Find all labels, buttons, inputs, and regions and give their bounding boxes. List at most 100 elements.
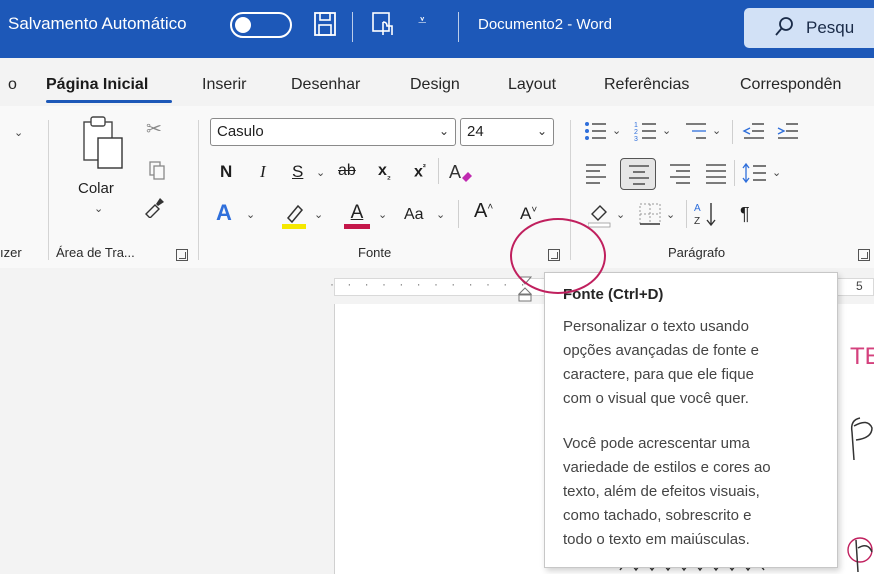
save-icon[interactable]: [312, 10, 338, 38]
paste-icon[interactable]: [78, 112, 126, 172]
superscript-x: x: [414, 163, 423, 181]
document-title: Documento2 - Word: [478, 16, 612, 33]
tooltip-line: Personalizar o texto usando: [563, 318, 749, 335]
search-label: Pesqu: [806, 18, 855, 37]
paste-options-chevron-icon[interactable]: ⌄: [94, 202, 103, 215]
change-case-chevron-icon[interactable]: ⌄: [436, 208, 445, 221]
chevron-down-icon: ⌄: [438, 124, 449, 138]
increase-indent-icon[interactable]: [776, 120, 800, 142]
copy-icon[interactable]: [148, 160, 166, 182]
format-painter-icon[interactable]: [142, 196, 166, 218]
ruler-number: 5: [856, 279, 863, 293]
tab-file[interactable]: o: [8, 76, 17, 94]
highlight-color-chevron-icon[interactable]: ⌄: [314, 208, 323, 221]
numbering-chevron-icon[interactable]: ⌄: [662, 124, 671, 137]
align-center-button[interactable]: [620, 158, 656, 190]
justify-icon[interactable]: [704, 162, 728, 184]
tab-mailings[interactable]: Correspondên: [740, 76, 841, 94]
font-row-separator: [458, 200, 459, 228]
font-tooltip: Fonte (Ctrl+D) Personalizar o texto usan…: [544, 272, 838, 568]
shading-icon[interactable]: [588, 202, 612, 228]
shrink-font-button[interactable]: A˅: [520, 204, 537, 224]
grow-font-button[interactable]: A˄: [474, 200, 493, 223]
touch-mode-icon[interactable]: [370, 10, 396, 38]
ruler-ticks: · · · · · · · · · · · ·: [330, 277, 530, 291]
clipboard-dialog-launcher-icon[interactable]: [176, 249, 188, 261]
svg-text:1: 1: [634, 122, 638, 129]
sort-icon[interactable]: A Z: [694, 200, 720, 228]
shrink-font-caret: ˅: [531, 204, 538, 216]
tab-draw[interactable]: Desenhar: [291, 76, 360, 94]
font-color-icon[interactable]: A: [344, 202, 370, 230]
search-box[interactable]: Pesqu: [744, 8, 874, 48]
svg-text:Z: Z: [694, 216, 700, 227]
bullets-icon[interactable]: [584, 120, 608, 142]
ribbon-tab-bar: o Página Inicial Inserir Desenhar Design…: [0, 58, 874, 106]
multilevel-list-icon[interactable]: [684, 120, 708, 142]
clear-formatting-icon[interactable]: A: [448, 160, 474, 184]
align-center-icon: [629, 165, 649, 185]
clipboard-group-label: Área de Tra...: [56, 245, 135, 260]
decrease-indent-icon[interactable]: [742, 120, 766, 142]
svg-text:3: 3: [634, 136, 638, 142]
titlebar-separator: [458, 12, 459, 42]
align-left-icon[interactable]: [584, 162, 608, 184]
paragraph-row-separator: [732, 120, 733, 144]
svg-text:A: A: [694, 203, 701, 214]
text-effects-icon[interactable]: A: [216, 200, 232, 226]
paragraph-row-separator: [686, 200, 687, 228]
borders-chevron-icon[interactable]: ⌄: [666, 208, 675, 221]
font-group-label: Fonte: [358, 245, 392, 260]
font-name-combobox[interactable]: Casulo ⌄: [210, 118, 456, 146]
strikethrough-button[interactable]: ab: [338, 162, 356, 180]
line-spacing-chevron-icon[interactable]: ⌄: [772, 166, 781, 179]
chevron-down-icon[interactable]: ⌄: [14, 126, 23, 139]
tooltip-line: opções avançadas de fonte e: [563, 342, 759, 359]
shading-chevron-icon[interactable]: ⌄: [616, 208, 625, 221]
font-size-combobox[interactable]: 24 ⌄: [460, 118, 554, 146]
tab-layout[interactable]: Layout: [508, 76, 556, 94]
bullets-chevron-icon[interactable]: ⌄: [612, 124, 621, 137]
tooltip-line: como tachado, sobrescrito e: [563, 507, 752, 524]
change-case-button[interactable]: Aa: [404, 206, 424, 224]
borders-icon[interactable]: [638, 202, 662, 226]
tab-insert[interactable]: Inserir: [202, 76, 246, 94]
paste-label[interactable]: Colar: [78, 180, 114, 197]
tab-design[interactable]: Design: [410, 76, 460, 94]
autosave-toggle-knob: [235, 17, 251, 33]
text-effects-chevron-icon[interactable]: ⌄: [246, 208, 255, 221]
group-separator: [198, 120, 199, 260]
line-spacing-icon[interactable]: [742, 162, 768, 184]
font-name-value: Casulo: [217, 123, 264, 140]
subscript-button[interactable]: x₂: [378, 162, 391, 181]
highlighter-icon[interactable]: [282, 200, 308, 230]
search-icon: [775, 17, 793, 36]
page-heading-text: TE: [850, 343, 874, 370]
underline-button[interactable]: S: [292, 162, 303, 182]
font-color-swatch: [344, 224, 370, 229]
customize-qat-icon[interactable]: ⩡: [418, 12, 426, 29]
subscript-x: x: [378, 162, 387, 179]
align-right-icon[interactable]: [668, 162, 692, 184]
tooltip-line: texto, além de efeitos visuais,: [563, 483, 760, 500]
page-script-glyph-pink: [847, 537, 873, 573]
underline-options-chevron-icon[interactable]: ⌄: [316, 166, 325, 179]
multilevel-list-chevron-icon[interactable]: ⌄: [712, 124, 721, 137]
show-formatting-marks-button[interactable]: ¶: [740, 204, 750, 225]
autosave-label: Salvamento Automático: [8, 14, 187, 33]
font-color-chevron-icon[interactable]: ⌄: [378, 208, 387, 221]
cut-icon[interactable]: ✂: [146, 118, 162, 141]
font-row-separator: [438, 158, 439, 184]
chevron-down-icon: ⌄: [536, 124, 547, 138]
tab-references[interactable]: Referências: [604, 76, 689, 94]
active-tab-indicator: [46, 100, 172, 103]
superscript-button[interactable]: x²: [414, 162, 426, 181]
italic-button[interactable]: I: [260, 162, 266, 182]
autosave-toggle[interactable]: [230, 12, 292, 38]
bold-button[interactable]: N: [220, 162, 232, 182]
paragraph-dialog-launcher-icon[interactable]: [858, 249, 870, 261]
numbering-icon[interactable]: 1 2 3: [634, 120, 658, 142]
tooltip-line: Você pode acrescentar uma: [563, 435, 750, 452]
tab-home[interactable]: Página Inicial: [46, 76, 148, 94]
shrink-font-letter: A: [520, 204, 532, 223]
